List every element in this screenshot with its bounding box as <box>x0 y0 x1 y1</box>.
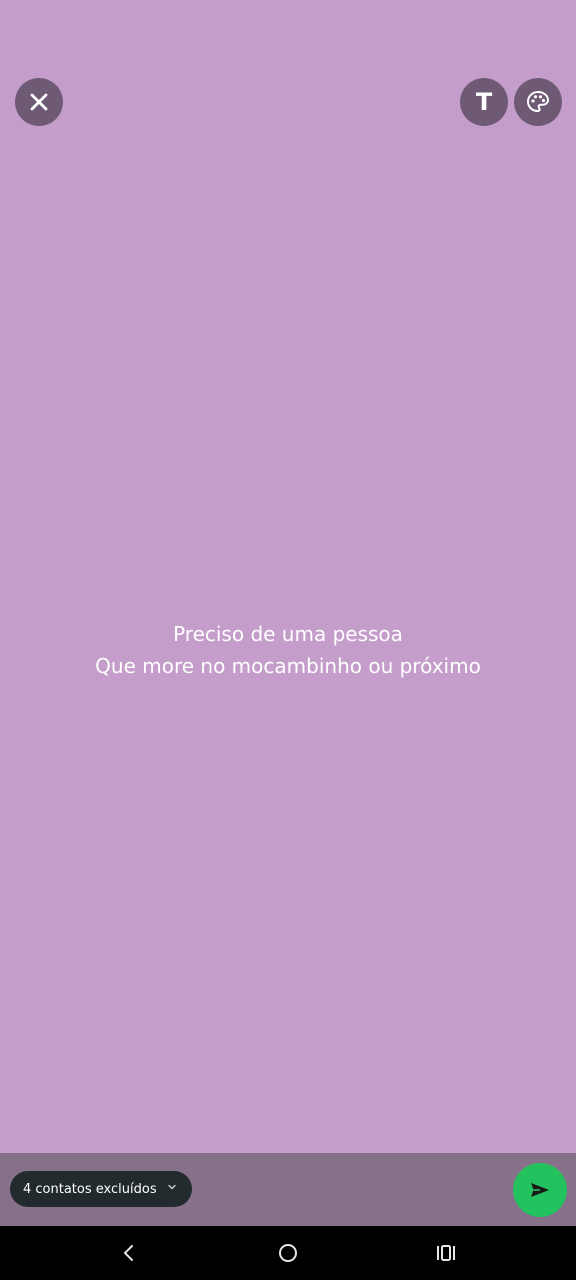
status-text-line-1: Preciso de uma pessoa <box>173 622 403 646</box>
system-nav-bar <box>0 1226 576 1280</box>
send-icon <box>531 1183 549 1197</box>
status-composer-screen: T Preciso de uma pessoa Que more no moca… <box>0 0 576 1280</box>
close-button[interactable] <box>15 78 63 126</box>
status-text-line-2: Que more no mocambinho ou próximo <box>95 654 481 678</box>
send-button[interactable] <box>513 1163 567 1217</box>
nav-home-button[interactable] <box>271 1236 305 1270</box>
chevron-down-icon <box>168 1184 176 1190</box>
recents-icon <box>437 1245 455 1261</box>
text-style-button[interactable]: T <box>460 78 508 126</box>
back-icon <box>124 1245 133 1261</box>
palette-icon <box>526 90 550 113</box>
close-icon <box>30 93 48 111</box>
nav-back-button[interactable] <box>112 1236 146 1270</box>
color-palette-button[interactable] <box>514 78 562 126</box>
home-icon <box>279 1244 297 1262</box>
nav-recents-button[interactable] <box>429 1236 463 1270</box>
audience-label: 4 contatos excluídos <box>23 1181 157 1197</box>
status-text[interactable]: Preciso de uma pessoa Que more no mocamb… <box>0 618 576 682</box>
audience-selector[interactable]: 4 contatos excluídos <box>10 1171 192 1207</box>
text-style-label: T <box>475 88 493 116</box>
bottom-bar: 4 contatos excluídos <box>0 1153 576 1226</box>
